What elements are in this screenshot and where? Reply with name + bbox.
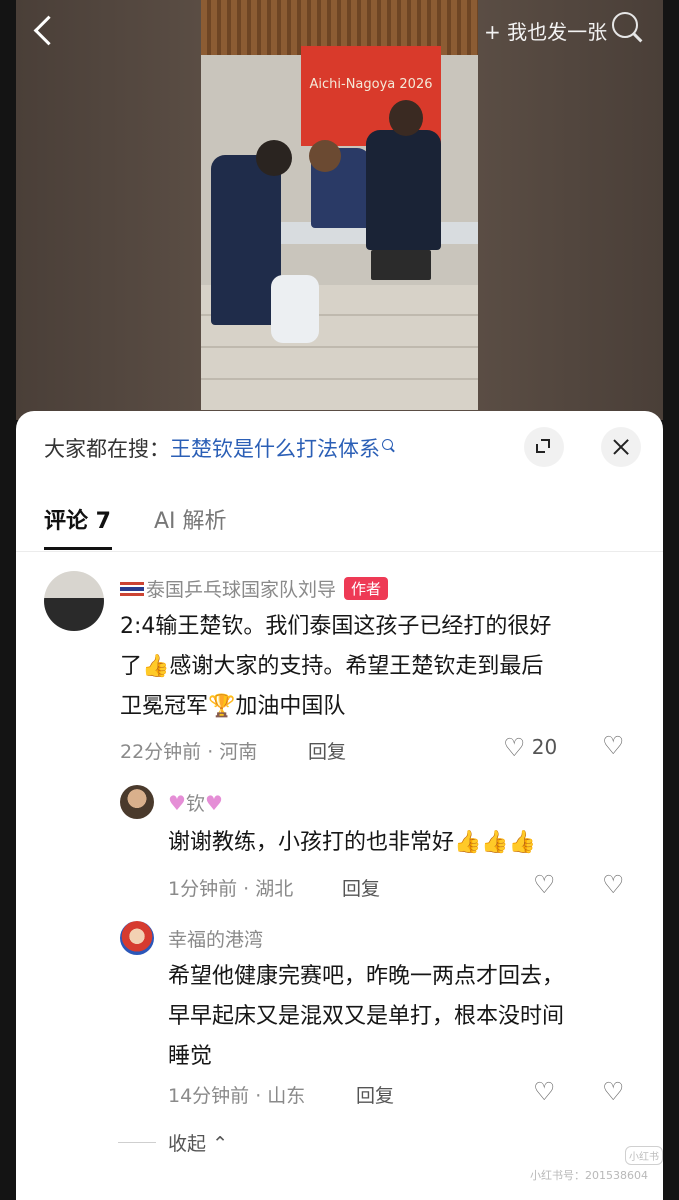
search-prefix: 大家都在搜： (44, 437, 170, 461)
reply-button[interactable]: 回复 (342, 874, 380, 901)
photo-person-3 (366, 130, 441, 250)
collapse-button[interactable]: 收起 ⌃ (168, 1129, 228, 1156)
reply-button[interactable]: 回复 (308, 737, 346, 764)
heart-icon: ♡ (503, 733, 526, 762)
reply-text: 希望他健康完赛吧，昨晚一两点才回去， 早早起床又是混双又是单打，根本没时间 睡觉 (168, 964, 565, 1069)
photo-person-3-head (389, 100, 423, 136)
post-media-area[interactable]: Aichi-Nagoya 2026 (0, 0, 679, 420)
author-badge: 作者 (344, 577, 389, 600)
photo-person-1-head (256, 140, 292, 176)
expand-button[interactable] (524, 427, 564, 467)
search-suggestion[interactable]: 大家都在搜：王楚钦是什么打法体系 (44, 433, 393, 463)
expand-icon (536, 439, 550, 453)
watermark-logo: 小红书 (625, 1146, 663, 1165)
hearts-decoration-icon: ♥ (168, 791, 186, 815)
dislike-icon[interactable]: ♡ (602, 870, 624, 899)
close-button[interactable] (601, 427, 641, 467)
reply-button[interactable]: 回复 (356, 1081, 394, 1108)
avatar[interactable] (120, 921, 154, 955)
like-button[interactable]: ♡ (533, 1077, 555, 1106)
search-keyword[interactable]: 王楚钦是什么打法体系 (170, 437, 380, 461)
back-button[interactable] (26, 8, 66, 52)
reply-meta: 1分钟前 · 湖北 (168, 878, 294, 900)
hearts-decoration-icon: ♥ (204, 791, 223, 815)
avatar[interactable] (120, 785, 154, 819)
heart-icon: ♡ (533, 870, 556, 899)
search-icon[interactable] (612, 12, 638, 38)
photo-person-2-head (309, 140, 341, 172)
tab-ai-analysis[interactable]: AI 解析 (154, 503, 227, 535)
dislike-icon[interactable]: ♡ (602, 1077, 624, 1106)
chevron-left-icon (33, 15, 64, 46)
tab-bar: 评论 7 AI 解析 (16, 493, 663, 552)
like-button[interactable]: ♡ (533, 870, 555, 899)
photo-bag (271, 275, 319, 343)
watermark-text: 小红书号：201538604 (530, 1169, 648, 1182)
search-small-icon (382, 439, 393, 450)
reply-author[interactable]: ♥钦♥ (168, 789, 223, 816)
comment-meta: 22分钟前 · 河南 (120, 741, 258, 763)
tab-active-indicator (44, 547, 112, 550)
post-too-button[interactable]: + 我也发一张 (484, 16, 607, 45)
reply-meta: 14分钟前 · 山东 (168, 1085, 306, 1107)
reply-author[interactable]: 幸福的港湾 (168, 925, 263, 952)
collapse-divider (118, 1142, 156, 1143)
reply-text: 谢谢教练，小孩打的也非常好👍👍👍 (168, 830, 537, 855)
comment-author[interactable]: 泰国乒乓球国家队刘导 作者 (120, 575, 389, 602)
photo-person-3-shorts (371, 250, 431, 280)
like-button[interactable]: ♡ 20 (503, 733, 557, 762)
heart-icon: ♡ (533, 1077, 556, 1106)
chevron-up-icon: ⌃ (212, 1133, 228, 1155)
post-photo[interactable]: Aichi-Nagoya 2026 (201, 0, 478, 410)
dislike-icon[interactable]: ♡ (602, 731, 624, 760)
comment-sheet: 大家都在搜：王楚钦是什么打法体系 评论 7 AI 解析 泰国乒乓球国家队刘导 作者… (16, 411, 663, 1200)
tab-comments[interactable]: 评论 7 (44, 503, 111, 535)
comment-text: 2:4输王楚钦。我们泰国这孩子已经打的很好 了👍感谢大家的支持。希望王楚钦走到最… (120, 614, 552, 719)
thailand-flag-icon (120, 582, 144, 596)
avatar[interactable] (44, 571, 104, 631)
like-count: 20 (531, 735, 558, 759)
